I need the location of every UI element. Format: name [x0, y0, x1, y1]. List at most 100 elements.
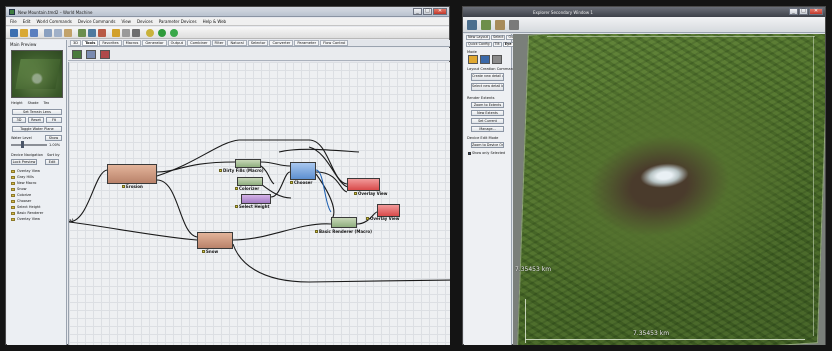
zoom-to-device-button[interactable]: Zoom to Device Origin [471, 142, 504, 148]
tab-natural[interactable]: Natural [227, 40, 247, 46]
build-green-icon[interactable] [158, 29, 166, 37]
tab-filter[interactable]: Filter [211, 40, 227, 46]
fit-button[interactable]: Fit [46, 117, 62, 123]
manage-button[interactable]: Manage... [471, 126, 504, 132]
new-extents-button[interactable]: New Extents [471, 110, 504, 116]
menu-parameter-devices[interactable]: Parameter Devices [159, 19, 197, 24]
basic-renderer-node[interactable] [331, 217, 357, 228]
tab-macros[interactable]: Macros [122, 40, 142, 46]
minimize-button[interactable]: _ [789, 8, 798, 15]
tab-generator[interactable]: Generator [142, 40, 167, 46]
edit-button[interactable]: Edit [45, 159, 59, 165]
select-detail-button[interactable]: Select new detail by height adjustment [471, 83, 504, 91]
dirty-fills-node[interactable] [235, 159, 261, 168]
terrain-preview[interactable] [11, 50, 63, 98]
close-button[interactable]: ✕ [809, 8, 823, 15]
view-mode-shade[interactable]: Shade [28, 101, 39, 105]
lock-preview-button[interactable]: Lock Preview [11, 159, 37, 165]
device-icon [11, 193, 15, 197]
build-full-icon[interactable] [170, 29, 178, 37]
select-button[interactable]: Select [491, 35, 506, 40]
toggle-water-plane-button[interactable]: Toggle Water Plane [12, 126, 62, 132]
reset-button[interactable]: Reset [28, 117, 44, 123]
tab-selector[interactable]: Selector [247, 40, 269, 46]
tab-converter[interactable]: Converter [269, 40, 294, 46]
set-current-button[interactable]: Set Current [471, 118, 504, 124]
chooser-node[interactable] [290, 162, 316, 180]
terrain-icon[interactable] [78, 29, 86, 37]
new-file-icon[interactable] [10, 29, 18, 37]
maximize-button[interactable]: □ [799, 8, 808, 15]
tab-favorites[interactable]: Favorites [99, 40, 122, 46]
menu-world-commands[interactable]: World Commands [36, 19, 71, 24]
mode-select-icon[interactable] [468, 55, 478, 64]
menu-edit[interactable]: Edit [23, 19, 31, 24]
zoom-to-extents-button[interactable]: Zoom to Extents [471, 102, 504, 108]
colorizer-node[interactable] [237, 177, 263, 186]
tab-combiner[interactable]: Combiner [187, 40, 211, 46]
mode-layout-icon[interactable] [480, 55, 490, 64]
erosion-node[interactable] [107, 164, 157, 184]
overlay-view-node-1[interactable] [347, 178, 380, 191]
light-icon[interactable] [495, 20, 505, 30]
water-level-slider[interactable] [11, 144, 47, 146]
tab-parameter[interactable]: Parameter [294, 40, 320, 46]
cut-icon[interactable] [44, 29, 52, 37]
wire [156, 179, 198, 238]
close-button[interactable]: ✕ [433, 8, 447, 15]
menu-device-commands[interactable]: Device Commands [78, 19, 116, 24]
render-icon[interactable] [112, 29, 120, 37]
build-yellow-icon[interactable] [146, 29, 154, 37]
layout-icon[interactable] [88, 29, 96, 37]
export-icon[interactable] [509, 20, 519, 30]
device-icon [11, 217, 15, 221]
new-layout-button[interactable]: New Layout [466, 35, 490, 40]
tab-flow-control[interactable]: Flow Control [320, 40, 349, 46]
settings-icon[interactable] [122, 29, 130, 37]
menu-view[interactable]: View [121, 19, 131, 24]
tool-icon[interactable] [98, 29, 106, 37]
set-terrain-lens-button[interactable]: Set Terrain Lens [12, 109, 62, 115]
tab-quick-config[interactable]: Quick Config [466, 42, 492, 47]
tab-tools[interactable]: Tools [82, 40, 99, 46]
tab-output[interactable]: Output [167, 40, 187, 46]
3d-viewport[interactable]: 7.35453 km 7.35453 km [513, 34, 825, 345]
select-tool-icon[interactable] [72, 50, 82, 59]
view-mode-height[interactable]: Height [11, 101, 23, 105]
show-button[interactable]: Show [45, 135, 62, 141]
title-bar[interactable]: New Mountain.tmd2 – World Machine _ □ ✕ [6, 7, 449, 17]
snow-node[interactable] [197, 232, 233, 249]
water-level-thumb[interactable] [21, 141, 24, 148]
show-selected-checkbox[interactable]: Show only Selected [468, 151, 505, 155]
list-item[interactable]: Overlay View [11, 216, 63, 222]
menu-file[interactable]: File [10, 19, 17, 24]
menu-devices[interactable]: Devices [137, 19, 153, 24]
device-icon [11, 181, 15, 185]
tab-3d[interactable]: 3D [70, 40, 82, 46]
delete-tool-icon[interactable] [100, 50, 110, 59]
select-height-node[interactable] [241, 194, 271, 204]
title-bar[interactable]: Explorer Secondary Window 1 _ □ ✕ [463, 7, 825, 17]
paste-icon[interactable] [64, 29, 72, 37]
maximize-button[interactable]: □ [423, 8, 432, 15]
device-network-canvas[interactable]: Erosion Dirty Fills (Macro) Colorizer Ch… [68, 62, 450, 345]
menu-help-web[interactable]: Help & Web [203, 19, 227, 24]
camera-icon[interactable] [467, 20, 477, 30]
toolbar [6, 27, 449, 39]
stats-icon[interactable] [132, 29, 140, 37]
copy-icon[interactable] [54, 29, 62, 37]
toolbar [463, 17, 825, 33]
horizontal-scale-label: 7.35453 km [633, 330, 670, 337]
save-icon[interactable] [30, 29, 38, 37]
group-tool-icon[interactable] [86, 50, 96, 59]
mode-edit-icon[interactable] [492, 55, 502, 64]
3d-button[interactable]: 3D [12, 117, 26, 123]
minimize-button[interactable]: _ [413, 8, 422, 15]
open-folder-icon[interactable] [20, 29, 28, 37]
tab-eye[interactable]: Eye [502, 42, 514, 47]
tab-tilt[interactable]: Tilt [492, 42, 502, 47]
device-tab-bar: 3D Tools Favorites Macros Generator Outp… [68, 40, 450, 47]
terrain-view-icon[interactable] [481, 20, 491, 30]
view-mode-tex[interactable]: Tex [44, 101, 50, 105]
create-detail-button[interactable]: Create new detail at Active Layer [471, 73, 504, 81]
